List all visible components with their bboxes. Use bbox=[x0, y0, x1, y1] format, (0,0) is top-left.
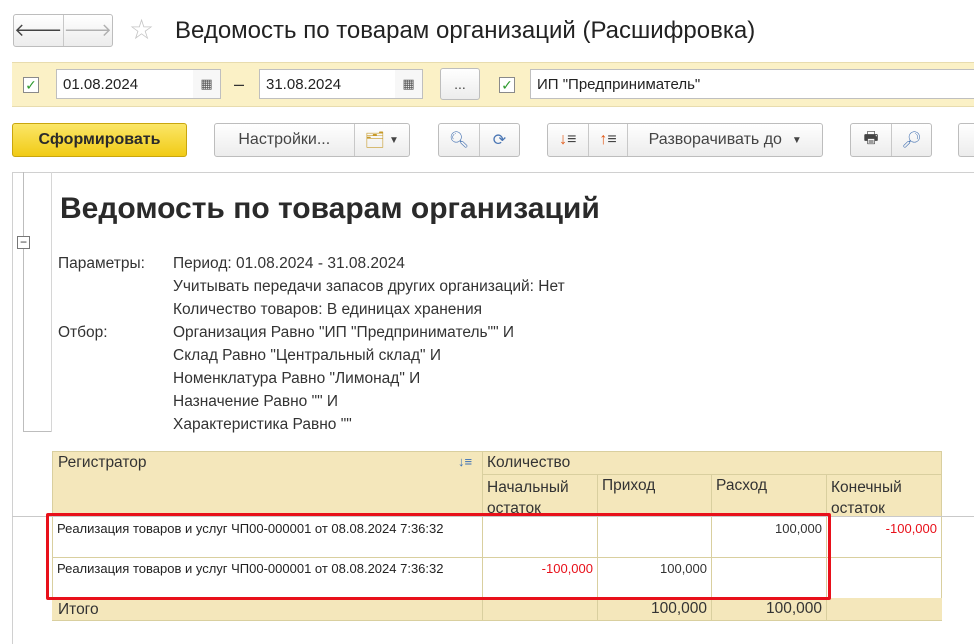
minus-icon: − bbox=[19, 235, 27, 249]
expand-to-label: Разворачивать до bbox=[648, 131, 782, 148]
period-checkbox[interactable]: ✓ bbox=[23, 77, 39, 93]
grid-line bbox=[597, 598, 598, 621]
checkmark-icon: ✓ bbox=[501, 76, 513, 93]
grid-line bbox=[482, 598, 483, 621]
arrow-right-icon: 🡒 bbox=[63, 20, 112, 40]
print-preview-button[interactable]: 🔎︎ bbox=[890, 124, 931, 156]
calendar-icon: ▦ bbox=[402, 76, 415, 91]
grid-line bbox=[482, 474, 942, 475]
expand-groups-button[interactable]: ↑≡ bbox=[587, 124, 628, 156]
navigation-buttons: 🡐 🡒 bbox=[13, 14, 113, 47]
date-from-input[interactable]: 01.08.2024 bbox=[56, 69, 194, 99]
search-next-icon: ⟳ bbox=[492, 132, 507, 149]
grid-line bbox=[52, 451, 942, 452]
search-icon: 🔍︎ bbox=[448, 132, 470, 149]
filter-line: Номенклатура Равно "Лимонад" И bbox=[173, 370, 421, 387]
search-group: 🔍︎ ⟳ bbox=[438, 123, 520, 157]
sort-icon[interactable]: ↓≡ bbox=[458, 454, 472, 469]
grid-line bbox=[941, 451, 942, 621]
filter-line: Характеристика Равно "" bbox=[173, 416, 352, 433]
group-gutter-border bbox=[51, 172, 52, 432]
total-label: Итого bbox=[58, 601, 99, 618]
date-separator: – bbox=[234, 74, 245, 94]
print-button[interactable]: 🖶 bbox=[851, 124, 891, 156]
settings-button[interactable]: Настройки... bbox=[215, 124, 354, 156]
total-income: 100,000 bbox=[650, 600, 707, 617]
checkmark-icon: ✓ bbox=[25, 76, 37, 93]
table-row-closing: -100,000 bbox=[885, 521, 937, 536]
col-header-quantity: Количество bbox=[487, 454, 571, 471]
filter-label: Отбор: bbox=[58, 324, 108, 341]
param-line: Период: 01.08.2024 - 31.08.2024 bbox=[173, 255, 405, 272]
params-label: Параметры: bbox=[58, 255, 145, 272]
variant-dropdown-button[interactable]: 🗂 ▼ bbox=[353, 124, 409, 156]
expand-to-button[interactable]: Разворачивать до ▼ bbox=[627, 124, 822, 156]
calendar-from-button[interactable]: ▦ bbox=[193, 69, 221, 99]
col-header-registrar: Регистратор bbox=[58, 454, 147, 471]
report-variant-icon: 🗂 bbox=[364, 132, 385, 149]
param-line: Учитывать передачи запасов других органи… bbox=[173, 278, 565, 295]
col-header-closing: Конечный остаток bbox=[831, 479, 902, 515]
grid-line bbox=[826, 598, 827, 621]
more-button[interactable] bbox=[958, 123, 974, 157]
arrow-left-icon: 🡐 bbox=[14, 20, 63, 40]
calendar-to-button[interactable]: ▦ bbox=[395, 69, 423, 99]
date-to-input[interactable]: 31.08.2024 bbox=[259, 69, 396, 99]
calendar-icon: ▦ bbox=[200, 76, 213, 91]
grouping-group: ↓≡ ↑≡ Разворачивать до ▼ bbox=[547, 123, 823, 157]
printer-icon: 🖶 bbox=[863, 129, 879, 147]
organization-input[interactable]: ИП "Предприниматель" bbox=[530, 69, 974, 99]
window-title: Ведомость по товарам организаций (Расшиф… bbox=[175, 17, 756, 44]
grid-line bbox=[52, 620, 942, 621]
generate-button[interactable]: Сформировать bbox=[12, 123, 187, 157]
param-line: Количество товаров: В единицах хранения bbox=[173, 301, 483, 318]
print-group: 🖶 🔎︎ bbox=[850, 123, 932, 157]
period-select-button[interactable]: ... bbox=[440, 68, 480, 100]
expand-groups-icon: ↑≡ bbox=[599, 131, 617, 148]
chevron-down-icon: ▼ bbox=[791, 134, 802, 146]
filter-line: Назначение Равно "" И bbox=[173, 393, 339, 410]
filter-line: Склад Равно "Центральный склад" И bbox=[173, 347, 441, 364]
grid-line bbox=[711, 598, 712, 621]
back-button[interactable]: 🡐 bbox=[14, 15, 63, 46]
total-expense: 100,000 bbox=[765, 600, 822, 617]
search-next-button[interactable]: ⟳ bbox=[478, 124, 519, 156]
search-button[interactable]: 🔍︎ bbox=[439, 124, 479, 156]
group-gutter-end bbox=[23, 431, 51, 432]
organization-checkbox[interactable]: ✓ bbox=[499, 77, 515, 93]
col-header-expense: Расход bbox=[716, 477, 768, 494]
report-title: Ведомость по товарам организаций bbox=[60, 192, 600, 225]
forward-button[interactable]: 🡒 bbox=[62, 15, 113, 46]
col-header-income: Приход bbox=[602, 477, 656, 494]
collapse-group-button[interactable]: − bbox=[17, 236, 30, 249]
col-header-opening: Начальный остаток bbox=[487, 479, 569, 515]
chevron-down-icon: ▼ bbox=[388, 134, 399, 146]
highlight-frame bbox=[46, 513, 831, 600]
collapse-groups-icon: ↓≡ bbox=[559, 131, 577, 148]
group-gutter-line bbox=[23, 172, 24, 432]
settings-group: Настройки... 🗂 ▼ bbox=[214, 123, 410, 157]
collapse-groups-button[interactable]: ↓≡ bbox=[548, 124, 588, 156]
filter-line: Организация Равно "ИП "Предприниматель""… bbox=[173, 324, 515, 341]
favorite-star-icon[interactable]: ☆ bbox=[129, 14, 154, 46]
print-preview-icon: 🔎︎ bbox=[901, 132, 922, 149]
